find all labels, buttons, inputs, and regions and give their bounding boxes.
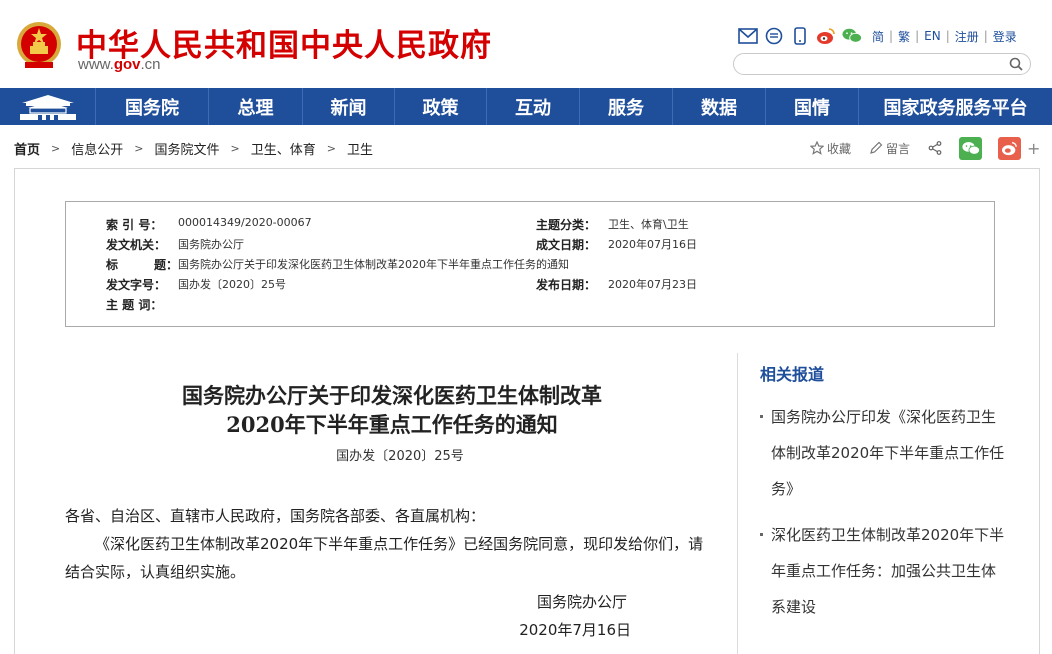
meta-published-value: 2020年07月23日	[608, 278, 697, 291]
lang-english[interactable]: EN	[924, 29, 941, 43]
breadcrumb-separator: >	[51, 142, 61, 155]
meta-created-row: 成文日期： 2020年07月16日	[536, 236, 697, 253]
weibo-icon[interactable]	[816, 26, 836, 46]
breadcrumb-home[interactable]: 首页	[14, 139, 40, 158]
article-title: 国务院办公厅关于印发深化医药卫生体制改革 2020年下半年重点工作任务的通知	[69, 381, 715, 439]
comment-button[interactable]: 留言	[869, 140, 910, 157]
breadcrumb-separator: >	[134, 142, 144, 155]
header-toolbar: 简 | 繁 | EN | 注册 | 登录	[738, 26, 1017, 46]
meta-issuer-value: 国务院办公厅	[178, 238, 244, 251]
meta-created-label: 成文日期：	[536, 238, 597, 252]
share-weibo-icon[interactable]	[998, 136, 1022, 160]
meta-docno-value: 国办发〔2020〕25号	[178, 278, 286, 291]
login-link[interactable]: 登录	[993, 28, 1017, 45]
nav-item-services[interactable]: 服务	[580, 88, 673, 125]
share-wechat-icon[interactable]	[959, 136, 983, 160]
article-date: 2020年7月16日	[519, 621, 631, 639]
meta-title-label: 标 题：	[106, 256, 178, 273]
lang-simplified[interactable]: 简	[872, 28, 884, 45]
meta-index-value: 000014349/2020-00067	[178, 216, 312, 229]
nav-item-government-services-platform[interactable]: 国家政务服务平台	[859, 88, 1052, 125]
mobile-icon[interactable]	[790, 26, 810, 46]
meta-keywords-row: 主 题 词：	[106, 296, 178, 313]
meta-issuer-label: 发文机关：	[106, 238, 167, 252]
url-prefix: www.	[78, 56, 114, 73]
article: 国务院办公厅关于印发深化医药卫生体制改革 2020年下半年重点工作任务的通知 国…	[65, 381, 715, 644]
url-suffix: .cn	[140, 56, 161, 73]
breadcrumb-separator: >	[230, 142, 240, 155]
star-icon	[810, 141, 824, 155]
meta-created-value: 2020年07月16日	[608, 238, 697, 251]
nav-item-national-info[interactable]: 国情	[766, 88, 859, 125]
register-link[interactable]: 注册	[955, 28, 979, 45]
favorite-label: 收藏	[827, 141, 852, 156]
related-reports-title: 相关报道	[760, 365, 825, 384]
breadcrumb-council-documents[interactable]: 国务院文件	[154, 139, 219, 158]
article-doc-number: 国办发〔2020〕25号	[336, 449, 464, 464]
lang-separator: |	[889, 29, 894, 43]
meta-title-label-b: 题：	[153, 258, 178, 272]
article-title-line1: 国务院办公厅关于印发深化医药卫生体制改革	[182, 383, 602, 408]
related-report-item[interactable]: 深化医药卫生体制改革2020年下半年重点工作任务：加强公共卫生体系建设	[760, 517, 1007, 625]
site-url[interactable]: www.gov.cn	[78, 56, 161, 73]
search-box	[733, 53, 1031, 75]
share-icon[interactable]	[928, 141, 945, 155]
national-emblem-icon[interactable]	[15, 18, 63, 72]
meta-title-value: 国务院办公厅关于印发深化医药卫生体制改革2020年下半年重点工作任务的通知	[178, 258, 569, 271]
meta-topic-row: 主题分类： 卫生、体育\卫生	[536, 216, 689, 233]
nav-item-interaction[interactable]: 互动	[487, 88, 580, 125]
share-toolbar: 收藏 留言 +	[810, 136, 1040, 160]
breadcrumb: 首页 > 信息公开 > 国务院文件 > 卫生、体育 > 卫生	[14, 139, 373, 158]
document-meta-table: 索 引 号： 000014349/2020-00067 主题分类： 卫生、体育\…	[65, 201, 995, 327]
meta-issuer-row: 发文机关： 国务院办公厅	[106, 236, 244, 253]
nav-item-data[interactable]: 数据	[673, 88, 766, 125]
nav-item-policy[interactable]: 政策	[395, 88, 487, 125]
wechat-icon[interactable]	[842, 26, 862, 46]
related-reports: 相关报道 国务院办公厅印发《深化医药卫生体制改革2020年下半年重点工作任务》 …	[737, 353, 1007, 654]
article-salutation: 各省、自治区、直辖市人民政府，国务院各部委、各直属机构：	[65, 507, 486, 525]
pencil-icon	[870, 141, 883, 154]
meta-docno-label: 发文字号：	[106, 278, 167, 292]
favorite-button[interactable]: 收藏	[810, 140, 851, 157]
mail-icon[interactable]	[738, 26, 758, 46]
meta-index-label: 索 引 号：	[106, 218, 163, 232]
lang-separator: |	[915, 29, 920, 43]
meta-keywords-label: 主 题 词：	[106, 298, 163, 312]
site-header: 中华人民共和国中央人民政府 www.gov.cn 简 | 繁 | EN | 注册…	[0, 0, 1052, 88]
meta-published-row: 发布日期： 2020年07月23日	[536, 276, 697, 293]
comment-label: 留言	[886, 141, 911, 156]
main-nav: 国务院 总理 新闻 政策 互动 服务 数据 国情 国家政务服务平台	[0, 88, 1052, 125]
meta-docno-row: 发文字号： 国办发〔2020〕25号	[106, 276, 286, 293]
url-accent: gov	[113, 56, 141, 73]
breadcrumb-separator: >	[326, 142, 336, 155]
meta-topic-label: 主题分类：	[536, 218, 597, 232]
meta-title-row: 标 题： 国务院办公厅关于印发深化医药卫生体制改革2020年下半年重点工作任务的…	[106, 256, 569, 273]
meta-title-label-a: 标	[106, 258, 119, 272]
search-icon[interactable]	[1008, 56, 1024, 72]
nav-item-premier[interactable]: 总理	[209, 88, 303, 125]
lang-separator: |	[983, 29, 988, 43]
nav-item-state-council[interactable]: 国务院	[96, 88, 209, 125]
breadcrumb-health-sports[interactable]: 卫生、体育	[251, 139, 316, 158]
breadcrumb-info-disclosure[interactable]: 信息公开	[71, 139, 123, 158]
content-card: 索 引 号： 000014349/2020-00067 主题分类： 卫生、体育\…	[14, 168, 1040, 654]
article-paragraph: 《深化医药卫生体制改革2020年下半年重点工作任务》已经国务院同意，现印发给你们…	[65, 535, 704, 581]
more-share-icon[interactable]: +	[1027, 139, 1040, 158]
meta-index-row: 索 引 号： 000014349/2020-00067	[106, 216, 312, 233]
meta-published-label: 发布日期：	[536, 278, 597, 292]
related-report-item[interactable]: 国务院办公厅印发《深化医药卫生体制改革2020年下半年重点工作任务》	[760, 399, 1007, 507]
language-links: 简 | 繁 | EN | 注册 | 登录	[872, 28, 1017, 45]
nav-item-news[interactable]: 新闻	[303, 88, 395, 125]
search-input[interactable]	[744, 55, 1004, 75]
lang-traditional[interactable]: 繁	[898, 28, 910, 45]
message-icon[interactable]	[764, 26, 784, 46]
article-signature: 国务院办公厅	[536, 593, 627, 611]
article-title-line2: 2020年下半年重点工作任务的通知	[226, 412, 558, 437]
article-body: 各省、自治区、直辖市人民政府，国务院各部委、各直属机构： 《深化医药卫生体制改革…	[65, 502, 715, 586]
breadcrumb-health[interactable]: 卫生	[347, 139, 373, 158]
lang-separator: |	[945, 29, 950, 43]
meta-topic-value: 卫生、体育\卫生	[608, 218, 689, 231]
nav-home-tiananmen-icon[interactable]	[0, 88, 96, 125]
